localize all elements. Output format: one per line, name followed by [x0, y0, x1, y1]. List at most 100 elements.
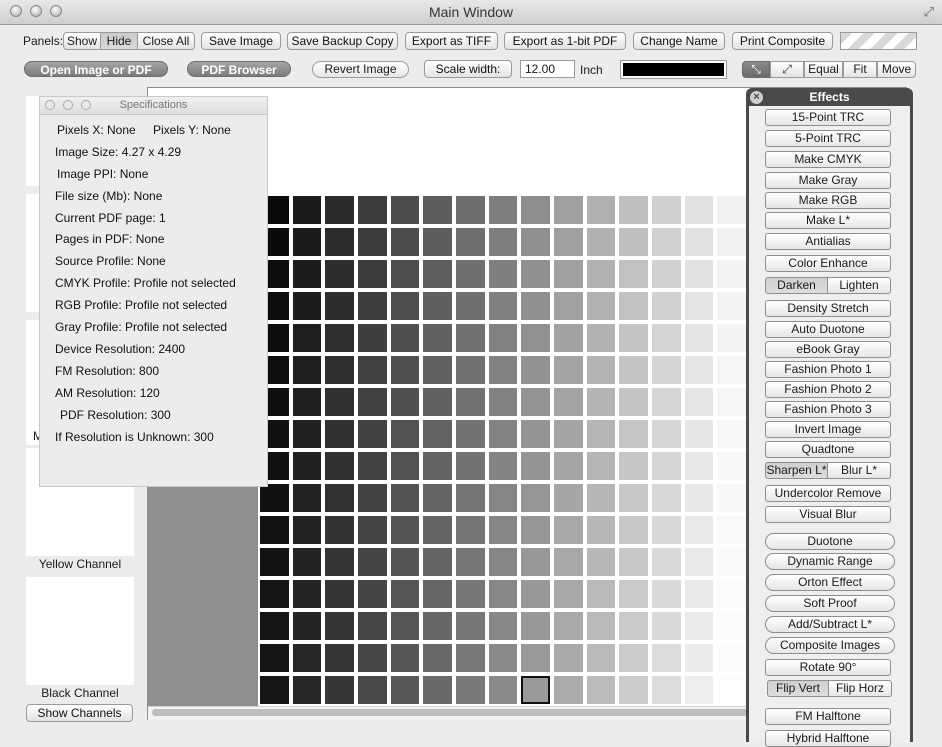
gray-step-cell [488, 324, 518, 352]
effect-duotone-button[interactable]: Duotone [765, 533, 895, 550]
gray-step-cell [717, 580, 746, 608]
effect-invert-image-button[interactable]: Invert Image [765, 421, 891, 438]
export-1bit-pdf-button[interactable]: Export as 1-bit PDF [504, 32, 626, 50]
effect-make-cmyk-button[interactable]: Make CMYK [765, 151, 891, 168]
equal-button[interactable]: Equal [804, 61, 843, 78]
gray-step-cell [717, 484, 746, 512]
panels-show-button[interactable]: Show [63, 32, 101, 50]
gray-step-cell [717, 548, 746, 576]
black-channel-thumbnail[interactable] [26, 577, 134, 685]
gray-step-cell [521, 324, 550, 352]
effect-hybrid-halftone-button[interactable]: Hybrid Halftone [765, 730, 891, 747]
effect-visual-blur-button[interactable]: Visual Blur [765, 506, 891, 523]
gray-step-cell [521, 292, 550, 320]
effect-fashion-photo-3-button[interactable]: Fashion Photo 3 [765, 401, 891, 418]
gray-step-cell [325, 196, 354, 224]
effect-blur-button[interactable]: Blur L* [827, 462, 891, 479]
window-title: Main Window [428, 4, 514, 20]
gray-step-cell [292, 516, 322, 544]
gray-step-cell [390, 676, 420, 704]
gray-step-cell [423, 484, 452, 512]
change-name-button[interactable]: Change Name [633, 32, 725, 50]
effect-add-subtract-lstar-button[interactable]: Add/Subtract L* [765, 616, 895, 633]
show-channels-button[interactable]: Show Channels [26, 704, 133, 722]
effect-make-gray-button[interactable]: Make Gray [765, 172, 891, 189]
effect-density-stretch-button[interactable]: Density Stretch [765, 300, 891, 317]
effect-auto-duotone-button[interactable]: Auto Duotone [765, 321, 891, 338]
spec-minimize-button[interactable] [63, 100, 73, 110]
move-button[interactable]: Move [877, 61, 916, 78]
effect-soft-proof-button[interactable]: Soft Proof [765, 595, 895, 612]
pattern-swatch[interactable] [840, 32, 917, 50]
gray-step-cell [292, 644, 322, 672]
shrink-icon: ⤡ [751, 62, 761, 76]
shrink-view-button[interactable]: ⤡ [742, 61, 770, 78]
gray-step-cell [521, 228, 550, 256]
export-tiff-button[interactable]: Export as TIFF [405, 32, 498, 50]
gray-step-cell [554, 196, 583, 224]
effect-dynamic-range-button[interactable]: Dynamic Range [765, 553, 895, 570]
gray-step-cell [554, 612, 583, 640]
save-backup-copy-button[interactable]: Save Backup Copy [287, 32, 398, 50]
gray-step-cell [390, 292, 420, 320]
gray-step-cell [652, 228, 681, 256]
effect-15-point-trc-button[interactable]: 15-Point TRC [765, 109, 891, 126]
effect-fashion-photo-2-button[interactable]: Fashion Photo 2 [765, 381, 891, 398]
revert-image-button[interactable]: Revert Image [312, 61, 409, 78]
spec-image-ppi: Image PPI: None [57, 167, 149, 181]
effect-fm-halftone-button[interactable]: FM Halftone [765, 708, 891, 725]
spec-unknown-resolution: If Resolution is Unknown: 300 [55, 430, 214, 444]
effect-color-enhance-button[interactable]: Color Enhance [765, 255, 891, 272]
save-image-button[interactable]: Save Image [201, 32, 281, 50]
effect-5-point-trc-button[interactable]: 5-Point TRC [765, 130, 891, 147]
gray-step-cell [554, 516, 583, 544]
gray-step-cell [684, 548, 714, 576]
effect-rotate-90-button[interactable]: Rotate 90° [765, 659, 891, 676]
title-bar: Main Window ⤢ [0, 0, 942, 25]
gray-step-cell [717, 388, 746, 416]
effect-make-lstar-button[interactable]: Make L* [765, 212, 891, 229]
print-composite-button[interactable]: Print Composite [732, 32, 833, 50]
gray-step-cell [586, 484, 616, 512]
gray-step-cell [488, 356, 518, 384]
expand-view-button[interactable]: ⤢ [770, 61, 804, 78]
spec-zoom-button[interactable] [81, 100, 91, 110]
gray-step-cell [423, 292, 452, 320]
gray-step-cell [652, 324, 681, 352]
gray-step-cell [521, 260, 550, 288]
gray-step-cell [619, 324, 648, 352]
effect-fashion-photo-1-button[interactable]: Fashion Photo 1 [765, 361, 891, 378]
fit-button[interactable]: Fit [843, 61, 877, 78]
effect-antialias-button[interactable]: Antialias [765, 233, 891, 250]
effect-lighten-button[interactable]: Lighten [827, 277, 891, 294]
effect-quadtone-button[interactable]: Quadtone [765, 441, 891, 458]
scale-width-input[interactable]: 12.00 [520, 60, 575, 78]
effect-flip-vert-button[interactable]: Flip Vert [767, 680, 829, 697]
gray-step-cell [521, 644, 550, 672]
gray-step-cell [521, 388, 550, 416]
gray-step-grid [258, 194, 748, 706]
panels-hide-button[interactable]: Hide [100, 32, 138, 50]
effect-darken-button[interactable]: Darken [765, 277, 828, 294]
open-image-button[interactable]: Open Image or PDF [24, 61, 168, 77]
effect-make-rgb-button[interactable]: Make RGB [765, 192, 891, 209]
effect-sharpen-button[interactable]: Sharpen L* [765, 462, 828, 479]
effect-orton-effect-button[interactable]: Orton Effect [765, 574, 895, 591]
effect-ebook-gray-button[interactable]: eBook Gray [765, 341, 891, 358]
effect-undercolor-remove-button[interactable]: Undercolor Remove [765, 485, 891, 502]
gray-step-cell [586, 260, 616, 288]
gray-step-cell [684, 324, 714, 352]
color-well[interactable] [620, 60, 727, 79]
gray-step-cell [488, 548, 518, 576]
gray-step-cell [456, 612, 485, 640]
effects-close-icon[interactable]: × [750, 91, 763, 104]
horizontal-scroll-thumb[interactable] [152, 709, 752, 716]
pdf-browser-button[interactable]: PDF Browser [187, 61, 291, 77]
panels-close-all-button[interactable]: Close All [137, 32, 195, 50]
gray-step-cell [488, 388, 518, 416]
effect-flip-horz-button[interactable]: Flip Horz [828, 680, 892, 697]
gray-step-cell [292, 388, 322, 416]
spec-close-button[interactable] [45, 100, 55, 110]
effect-composite-images-button[interactable]: Composite Images [765, 637, 895, 654]
fullscreen-icon[interactable]: ⤢ [924, 4, 934, 20]
